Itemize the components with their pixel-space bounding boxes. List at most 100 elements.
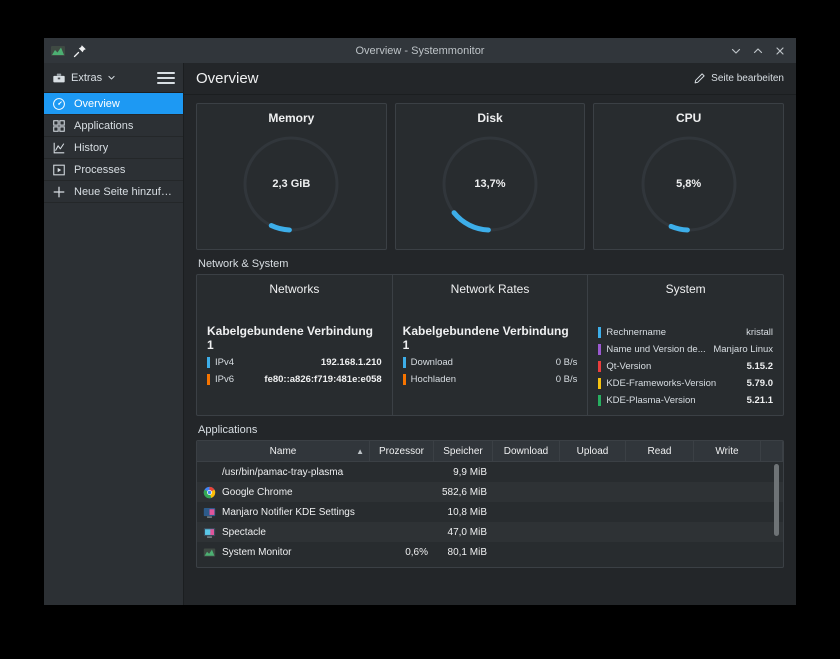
sidebar-item-history[interactable]: History	[44, 137, 183, 159]
cell-download	[493, 502, 560, 522]
legend-swatch	[598, 361, 601, 372]
edit-page-label: Seite bearbeiten	[711, 73, 784, 84]
cell-prozessor	[370, 482, 434, 502]
network-rates-row-key: Download	[411, 357, 453, 368]
sidebar-item-applications[interactable]: Applications	[44, 115, 183, 137]
table-row[interactable]: Manjaro Notifier KDE Settings 10,8 MiB	[197, 502, 783, 522]
cell-upload	[560, 522, 626, 542]
chrome-icon	[203, 486, 216, 499]
cell-name-label: Spectacle	[222, 527, 266, 538]
gauge-value: 2,3 GiB	[238, 178, 344, 190]
page-title: Overview	[196, 70, 259, 87]
plus-icon	[52, 185, 66, 199]
cell-upload	[560, 542, 626, 562]
gauge-card-cpu[interactable]: CPU 5,8%	[593, 103, 784, 250]
column-header-name[interactable]: Name ▲	[197, 441, 370, 461]
manjaro-notifier-icon	[203, 506, 216, 519]
table-row[interactable]: Spectacle 47,0 MiB	[197, 522, 783, 542]
legend-swatch	[598, 395, 601, 406]
close-button[interactable]	[770, 41, 790, 61]
system-row: Qt-Version 5.15.2	[598, 358, 773, 375]
grid-icon	[52, 119, 66, 133]
pencil-icon	[693, 72, 706, 85]
sidebar: Extras Overview Applications	[44, 63, 184, 605]
minimize-button[interactable]	[726, 41, 746, 61]
networks-row: IPv4 192.168.1.210	[207, 354, 382, 371]
legend-swatch	[207, 357, 210, 368]
edit-page-button[interactable]: Seite bearbeiten	[693, 72, 784, 85]
window-titlebar[interactable]: Overview - Systemmonitor	[44, 38, 796, 63]
speedometer-icon	[52, 97, 66, 111]
networks-heading: Kabelgebundene Verbindung 1	[207, 324, 382, 352]
column-header-read[interactable]: Read	[626, 441, 694, 461]
disk-gauge-ring: 13,7%	[437, 131, 543, 237]
cell-name-label: Google Chrome	[222, 487, 293, 498]
column-header-label: Upload	[577, 446, 609, 457]
system-panel[interactable]: System Rechnername kristall Name und Ver…	[587, 275, 783, 415]
network-rates-row-value: 0 B/s	[550, 357, 578, 368]
cell-write	[694, 502, 761, 522]
cell-name: System Monitor	[197, 542, 370, 562]
applications-scrollbar-thumb[interactable]	[774, 464, 779, 536]
network-rates-title: Network Rates	[403, 282, 578, 296]
gauge-card-memory[interactable]: Memory 2,3 GiB	[196, 103, 387, 250]
column-header-write[interactable]: Write	[694, 441, 761, 461]
column-header-upload[interactable]: Upload	[560, 441, 626, 461]
system-row-key: Rechnername	[606, 327, 666, 338]
cell-read	[626, 522, 694, 542]
spectacle-icon	[203, 526, 216, 539]
legend-swatch	[598, 378, 601, 389]
sidebar-item-label: History	[74, 142, 108, 154]
hamburger-menu-icon[interactable]	[157, 69, 175, 87]
networks-panel[interactable]: Networks Kabelgebundene Verbindung 1 IPv…	[197, 275, 392, 415]
gauge-cards: Memory 2,3 GiB Disk	[196, 103, 784, 250]
networks-row: IPv6 fe80::a826:f719:481e:e058	[207, 371, 382, 388]
column-header-spacer	[761, 441, 783, 461]
cell-prozessor: 0,6%	[370, 542, 434, 562]
table-row[interactable]: Google Chrome 582,6 MiB	[197, 482, 783, 502]
system-row-key: Name und Version de...	[606, 344, 705, 355]
sidebar-item-processes[interactable]: Processes	[44, 159, 183, 181]
legend-swatch	[403, 357, 406, 368]
networks-row-key: IPv6	[215, 374, 234, 385]
pin-icon[interactable]	[72, 43, 88, 59]
maximize-button[interactable]	[748, 41, 768, 61]
applications-table-header: Name ▲ Prozessor Speicher Download Uploa…	[197, 441, 783, 462]
cell-prozessor	[370, 502, 434, 522]
system-title: System	[598, 282, 773, 296]
cell-read	[626, 542, 694, 562]
column-header-download[interactable]: Download	[493, 441, 560, 461]
system-row: Name und Version de... Manjaro Linux	[598, 341, 773, 358]
applications-scrollbar[interactable]	[772, 464, 781, 564]
table-row[interactable]: System Monitor 0,6% 80,1 MiB	[197, 542, 783, 562]
cell-speicher: 47,0 MiB	[434, 522, 493, 542]
cell-name: Spectacle	[197, 522, 370, 542]
applications-table: Name ▲ Prozessor Speicher Download Uploa…	[196, 440, 784, 568]
system-row-value: Manjaro Linux	[707, 344, 773, 355]
main-area: Overview Seite bearbeiten Memory	[184, 63, 796, 605]
gauge-card-disk[interactable]: Disk 13,7%	[395, 103, 586, 250]
table-row[interactable]: /usr/bin/pamac-tray-plasma 9,9 MiB	[197, 462, 783, 482]
column-header-label: Read	[648, 446, 672, 457]
sidebar-item-overview[interactable]: Overview	[44, 93, 183, 115]
sidebar-item-label: Processes	[74, 164, 125, 176]
network-rates-row-value: 0 B/s	[550, 374, 578, 385]
sidebar-toolbar: Extras	[44, 63, 183, 93]
network-rates-panel[interactable]: Network Rates Kabelgebundene Verbindung …	[392, 275, 588, 415]
column-header-label: Download	[504, 446, 548, 457]
sort-ascending-icon: ▲	[356, 447, 364, 456]
cell-name-label: /usr/bin/pamac-tray-plasma	[222, 467, 343, 478]
networks-title: Networks	[207, 282, 382, 296]
column-header-prozessor[interactable]: Prozessor	[370, 441, 434, 461]
extras-menu-button[interactable]: Extras	[52, 71, 116, 85]
gauge-value: 5,8%	[636, 178, 742, 190]
column-header-speicher[interactable]: Speicher	[434, 441, 493, 461]
cell-name: Google Chrome	[197, 482, 370, 502]
sidebar-item-add-page[interactable]: Neue Seite hinzufüg...	[44, 181, 183, 203]
system-row: Rechnername kristall	[598, 324, 773, 341]
sidebar-item-label: Applications	[74, 120, 133, 132]
page-content: Memory 2,3 GiB Disk	[184, 95, 796, 605]
cpu-gauge-ring: 5,8%	[636, 131, 742, 237]
legend-swatch	[207, 374, 210, 385]
network-rates-row: Download 0 B/s	[403, 354, 578, 371]
